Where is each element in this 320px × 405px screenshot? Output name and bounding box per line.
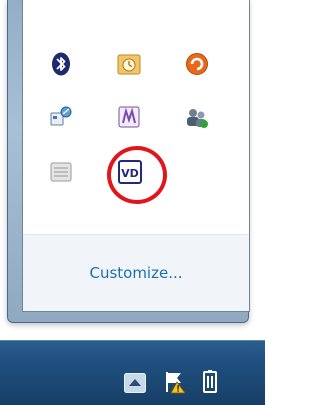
outlook-reminder-icon[interactable] <box>117 52 141 76</box>
users-icon[interactable] <box>185 105 209 129</box>
blank-app-icon[interactable] <box>49 160 73 184</box>
highlight-circle <box>107 146 167 204</box>
customize-link[interactable]: Customize... <box>89 264 182 282</box>
power-icon[interactable] <box>198 370 222 394</box>
network-connection-icon[interactable] <box>49 105 73 129</box>
show-hidden-icons-button[interactable] <box>123 371 147 395</box>
action-center-flag-icon[interactable] <box>163 370 187 394</box>
customize-section: Customize... <box>23 235 249 311</box>
orange-app-icon[interactable] <box>185 52 209 76</box>
onenote-clipping-icon[interactable] <box>117 105 141 129</box>
taskbar <box>0 340 265 405</box>
bluetooth-icon[interactable] <box>49 52 73 76</box>
